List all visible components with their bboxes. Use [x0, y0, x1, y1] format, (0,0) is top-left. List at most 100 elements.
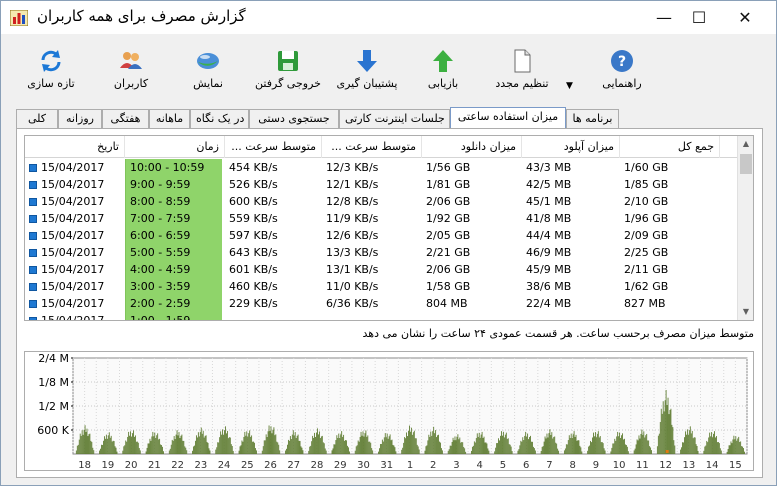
chart-bar [288, 440, 290, 454]
export-button[interactable]: خروجی گرفتن [248, 48, 328, 98]
chart-bar [464, 448, 466, 454]
chart-bar [604, 450, 606, 454]
chart-bar [202, 430, 204, 454]
column-avg-speed-1[interactable]: ... متوسط سرعت [225, 136, 322, 158]
chart-bar [614, 438, 616, 454]
column-time[interactable]: زمان [125, 136, 225, 158]
chart-bar [382, 441, 384, 454]
window-title: گزارش مصرف برای همه کاربران [37, 7, 246, 25]
cell-download: 1/58 GB [426, 280, 471, 293]
table-row[interactable]: 15/04/2017 6:00 - 6:59 597 KB/s 12/6 KB/s 2/… [25, 227, 739, 244]
column-total[interactable]: جمع کل [620, 136, 720, 158]
chart-bar [253, 441, 254, 454]
chart-bar [105, 434, 107, 454]
chart-bar [684, 437, 685, 454]
chart-bar [694, 437, 696, 454]
table-header: تاریخ زمان ... متوسط سرعت ... متوسط سرعت… [25, 136, 739, 158]
reset-button[interactable]: تنظیم مجدد [489, 48, 555, 98]
table-row[interactable]: 15/04/2017 10:00 - 10:59 454 KB/s 12/3 KB/s… [25, 159, 739, 176]
refresh-label: تازه سازی [27, 77, 75, 90]
chart-bar [361, 435, 363, 454]
chart-bar [668, 414, 670, 454]
chart-bar [91, 441, 93, 454]
chart-bar [741, 446, 743, 454]
chart-bar [602, 443, 604, 454]
table-row[interactable]: 15/04/2017 2:00 - 2:59 229 KB/s 6/36 KB/s 80… [25, 295, 739, 312]
column-download[interactable]: میزان دانلود [422, 136, 522, 158]
tab-manual-search[interactable]: جستجوی دستی [249, 109, 339, 129]
chart-bar [81, 430, 83, 454]
chart-bar [503, 437, 505, 454]
table-row[interactable]: 15/04/2017 1:00 - 1:59 [25, 312, 739, 320]
reset-dropdown-arrow[interactable]: ▼ [566, 81, 573, 91]
table-row[interactable]: 15/04/2017 5:00 - 5:59 643 KB/s 13/3 KB/s 2/… [25, 244, 739, 261]
tab-weekly[interactable]: هفتگی [102, 109, 149, 129]
usage-chart: 2/4 M 1/8 M 1/2 M 600 K 18 19 20 21 22 23 24 25 26 27… [24, 351, 754, 471]
chart-bar [719, 448, 721, 454]
chart-bar [424, 450, 426, 454]
chart-bar [87, 436, 89, 454]
column-upload[interactable]: میزان آپلود [522, 136, 620, 158]
chart-bar [717, 442, 719, 454]
x-tick-label: 23 [194, 460, 207, 470]
chart-bar [355, 446, 357, 454]
column-avg-speed-2[interactable]: ... متوسط سرعت [322, 136, 422, 158]
chart-bar [739, 441, 741, 454]
tab-overall[interactable]: کلی [16, 109, 58, 129]
chart-bar [708, 437, 710, 454]
scroll-up-arrow[interactable]: ▲ [738, 136, 753, 152]
refresh-button[interactable]: تازه سازی [19, 48, 83, 98]
tab-at-a-glance[interactable]: در یک نگاه [190, 109, 249, 129]
chart-bar [524, 435, 526, 454]
tab-programs[interactable]: برنامه ها [566, 109, 619, 129]
tab-daily[interactable]: روزانه [58, 109, 102, 129]
chart-bar [591, 442, 592, 454]
backup-button[interactable]: پشتیبان گیری [331, 48, 403, 98]
chart-bar [501, 431, 502, 454]
chart-bar [506, 438, 508, 454]
close-button[interactable]: ✕ [722, 1, 768, 35]
chart-bar [291, 434, 293, 454]
chart-bar [480, 434, 482, 454]
chart-bar [131, 436, 132, 454]
users-button[interactable]: کاربران [99, 48, 163, 98]
maximize-button[interactable]: ☐ [676, 1, 722, 35]
tab-hourly-usage[interactable]: میزان استفاده ساعتی [450, 107, 566, 129]
chart-bar [508, 444, 510, 454]
chart-bar [390, 440, 392, 454]
chart-bar [207, 442, 209, 454]
chart-bar [460, 442, 462, 454]
table-row[interactable]: 15/04/2017 3:00 - 3:59 460 KB/s 11/0 KB/s 1/… [25, 278, 739, 295]
table-row[interactable]: 15/04/2017 9:00 - 9:59 526 KB/s 12/1 KB/s 1/… [25, 176, 739, 193]
chart-bar [264, 440, 266, 454]
chart-bar [572, 434, 574, 454]
chart-bar [247, 436, 249, 454]
chart-bar [156, 435, 158, 454]
scroll-thumb[interactable] [740, 154, 752, 174]
chart-bar [494, 451, 496, 454]
tab-card-sessions[interactable]: جلسات اینترنت کارتی [339, 109, 450, 129]
display-button[interactable]: نمایش [176, 48, 240, 98]
chart-bar [471, 450, 472, 454]
column-date[interactable]: تاریخ [25, 136, 125, 158]
chart-bar [106, 438, 108, 454]
chart-bar [660, 408, 662, 454]
chart-bar [250, 436, 252, 454]
table-row[interactable]: 15/04/2017 4:00 - 4:59 601 KB/s 13/1 KB/s 2/… [25, 261, 739, 278]
scroll-down-arrow[interactable]: ▼ [738, 304, 753, 320]
help-button[interactable]: ? راهنمایی [591, 48, 653, 98]
chart-bar [157, 433, 159, 454]
chart-bar [637, 440, 639, 454]
chart-bar [380, 443, 382, 454]
chart-bar [440, 448, 442, 454]
chart-bar [162, 446, 163, 454]
chart-bar [267, 431, 269, 454]
cell-total: 2/09 GB [624, 229, 669, 242]
chart-bar [544, 436, 546, 454]
table-row[interactable]: 15/04/2017 8:00 - 8:59 600 KB/s 12/8 KB/s 2/… [25, 193, 739, 210]
table-row[interactable]: 15/04/2017 7:00 - 7:59 559 KB/s 11/9 KB/s 1/… [25, 210, 739, 227]
tab-monthly[interactable]: ماهانه [149, 109, 190, 129]
cell-time: 7:00 - 7:59 [125, 210, 222, 227]
restore-button[interactable]: بازیابی [413, 48, 473, 98]
table-scrollbar[interactable]: ▲ ▼ [737, 136, 753, 320]
